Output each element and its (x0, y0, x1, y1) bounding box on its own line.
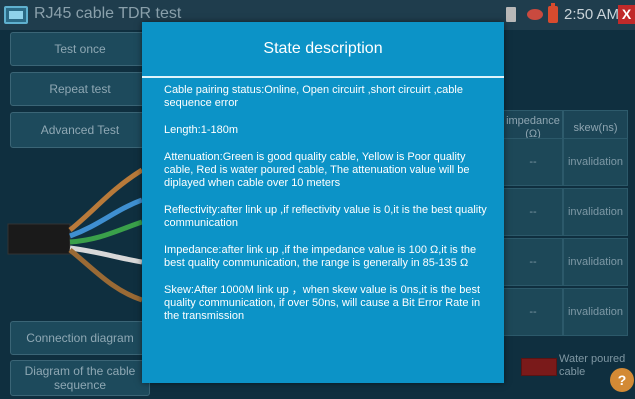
repeat-test-button[interactable]: Repeat test (10, 72, 150, 106)
cable-sequence-diagram-button[interactable]: Diagram of the cable sequence (10, 360, 150, 396)
cable-pairing-description: Cable pairing status:Online, Open circui… (164, 84, 463, 109)
eye-icon (527, 9, 543, 20)
impedance-cell: -- (503, 188, 563, 236)
skew-description: Skew:After 1000M link up ，when skew valu… (164, 284, 481, 322)
water-poured-swatch (521, 358, 557, 376)
help-icon[interactable]: ? (610, 368, 634, 392)
app-title: RJ45 cable TDR test (34, 5, 182, 22)
dialog-body: Cable pairing status:Online, Open circui… (164, 84, 489, 337)
impedance-cell: -- (503, 238, 563, 286)
status-time: 2:50 AM (564, 6, 620, 23)
length-description: Length:1-180m (164, 124, 238, 136)
skew-cell: invalidation (563, 288, 628, 336)
app-monitor-icon (4, 6, 28, 24)
state-description-dialog: State description Cable pairing status:O… (142, 22, 504, 383)
close-icon[interactable]: X (618, 5, 635, 24)
connection-diagram-button[interactable]: Connection diagram (10, 321, 150, 355)
skew-cell: invalidation (563, 138, 628, 186)
skew-cell: invalidation (563, 238, 628, 286)
impedance-cell: -- (503, 288, 563, 336)
skew-cell: invalidation (563, 188, 628, 236)
reflectivity-description: Reflectivity:after link up ,if reflectiv… (164, 204, 487, 229)
impedance-cell: -- (503, 138, 563, 186)
sd-card-icon (506, 7, 516, 22)
attenuation-description: Attenuation:Green is good quality cable,… (164, 151, 470, 189)
battery-icon (548, 3, 558, 23)
cable-illustration (0, 150, 144, 320)
dialog-title: State description (142, 22, 504, 78)
test-once-button[interactable]: Test once (10, 32, 150, 66)
impedance-description: Impedance:after link up ,if the impedanc… (164, 244, 477, 269)
advanced-test-button[interactable]: Advanced Test (10, 112, 150, 148)
